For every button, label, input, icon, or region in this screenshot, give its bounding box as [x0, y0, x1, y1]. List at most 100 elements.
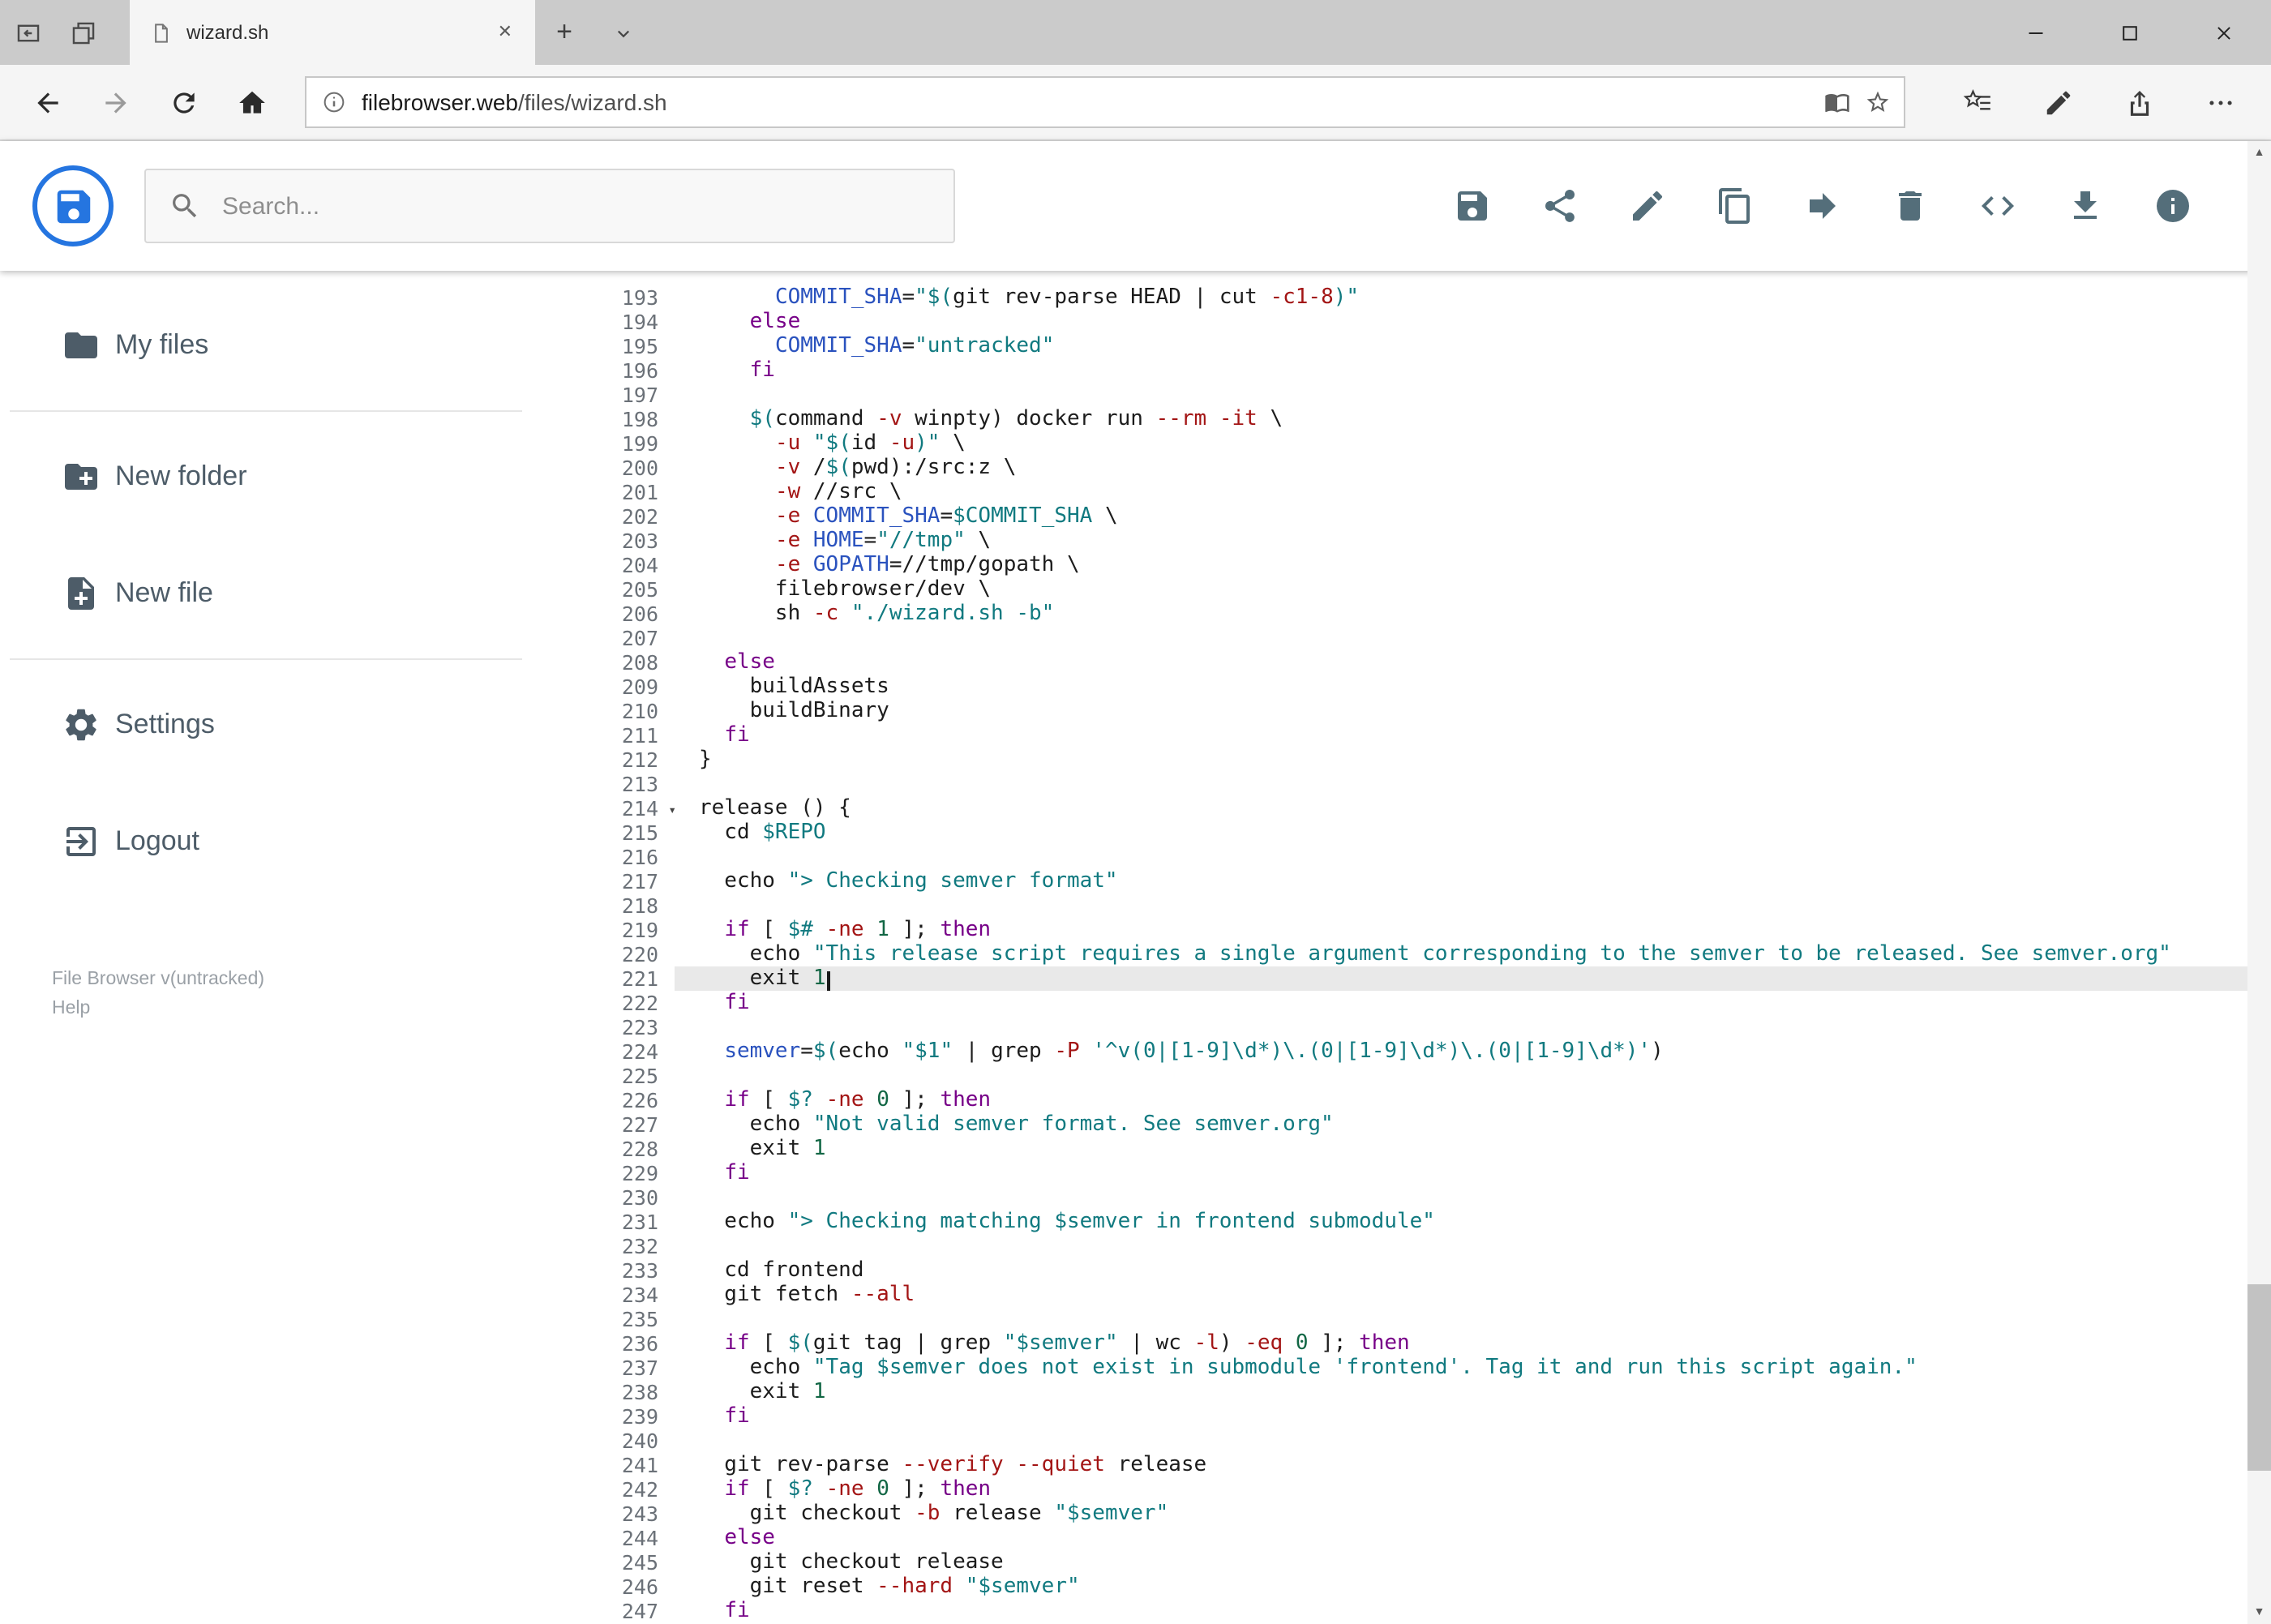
code-line[interactable]: git reset --hard "$semver"	[675, 1575, 2247, 1599]
url-text[interactable]: filebrowser.web/files/wizard.sh	[362, 89, 1809, 115]
code-line[interactable]: echo "This release script requires a sin…	[675, 942, 2247, 966]
page-scrollbar[interactable]: ▲ ▼	[2247, 141, 2271, 1624]
scroll-down-icon[interactable]: ▼	[2247, 1600, 2271, 1624]
code-line[interactable]: semver=$(echo "$1" | grep -P '^v(0|[1-9]…	[675, 1039, 2247, 1064]
rename-button[interactable]	[1627, 186, 1666, 225]
scroll-up-icon[interactable]: ▲	[2247, 141, 2271, 165]
code-line[interactable]: buildBinary	[675, 699, 2247, 723]
code-line[interactable]	[675, 1064, 2247, 1088]
browser-tab[interactable]: wizard.sh ✕	[130, 0, 535, 65]
code-line[interactable]: echo "Not valid semver format. See semve…	[675, 1112, 2247, 1137]
fold-arrow-icon[interactable]: ▾	[668, 798, 676, 822]
code-line[interactable]: echo "> Checking semver format"	[675, 869, 2247, 893]
forward-button[interactable]	[81, 70, 149, 135]
scrollbar-thumb[interactable]	[2247, 1283, 2271, 1471]
code-line[interactable]: exit 1	[675, 1380, 2247, 1404]
code-line[interactable]: -e HOME="//tmp" \	[675, 529, 2247, 553]
code-line[interactable]: fi	[675, 1599, 2247, 1623]
code-line[interactable]: }	[675, 748, 2247, 772]
code-line[interactable]: -v /$(pwd):/src:z \	[675, 456, 2247, 480]
code-line[interactable]	[675, 772, 2247, 796]
code-button[interactable]	[1977, 186, 2016, 225]
sidebar-item-settings[interactable]: Settings	[0, 666, 522, 783]
code-line[interactable]	[675, 1185, 2247, 1210]
favorite-star-icon[interactable]	[1864, 89, 1890, 115]
help-link[interactable]: Help	[52, 995, 522, 1025]
sidebar-item-my-files[interactable]: My files	[0, 287, 522, 404]
info-button[interactable]	[2153, 186, 2192, 225]
back-button[interactable]	[13, 70, 81, 135]
code-line[interactable]: if [ $? -ne 0 ]; then	[675, 1477, 2247, 1502]
code-line[interactable]	[675, 1307, 2247, 1331]
new-tab-button[interactable]: +	[535, 0, 593, 65]
code-line[interactable]: release () {	[675, 796, 2247, 821]
reading-view-icon[interactable]	[1823, 89, 1849, 115]
close-button[interactable]	[2177, 0, 2271, 65]
search-input[interactable]	[222, 192, 931, 220]
sidebar-item-new-file[interactable]: New file	[0, 535, 522, 652]
code-line[interactable]: COMMIT_SHA="$(git rev-parse HEAD | cut -…	[675, 285, 2247, 310]
home-button[interactable]	[217, 70, 285, 135]
code-line[interactable]: if [ $(git tag | grep "$semver" | wc -l)…	[675, 1331, 2247, 1356]
scrollbar-track[interactable]	[2247, 165, 2271, 1600]
code-line[interactable]: git fetch --all	[675, 1283, 2247, 1307]
code-line[interactable]: else	[675, 650, 2247, 675]
code-line[interactable]	[675, 383, 2247, 407]
minimize-button[interactable]	[1989, 0, 2083, 65]
code-line[interactable]	[675, 1234, 2247, 1258]
code-line[interactable]: $(command -v winpty) docker run --rm -it…	[675, 407, 2247, 431]
app-logo[interactable]	[32, 165, 114, 246]
code-line[interactable]: if [ $? -ne 0 ]; then	[675, 1088, 2247, 1112]
code-line[interactable]: git checkout release	[675, 1550, 2247, 1575]
code-line[interactable]: -w //src \	[675, 480, 2247, 504]
code-line[interactable]: echo "Tag $semver does not exist in subm…	[675, 1356, 2247, 1380]
code-line[interactable]: fi	[675, 358, 2247, 383]
code-line[interactable]: fi	[675, 723, 2247, 748]
move-button[interactable]	[1802, 186, 1841, 225]
code-line[interactable]: -e COMMIT_SHA=$COMMIT_SHA \	[675, 504, 2247, 529]
code-line[interactable]: buildAssets	[675, 675, 2247, 699]
site-info-icon[interactable]	[321, 89, 347, 115]
code-editor[interactable]: 193 194 195 196 197 198 199 200 201 202 203 204 205 2…	[522, 271, 2271, 1624]
code-line[interactable]: cd $REPO	[675, 821, 2247, 845]
save-button[interactable]	[1452, 186, 1491, 225]
code-line[interactable]: exit 1	[675, 1137, 2247, 1161]
code-line[interactable]	[675, 893, 2247, 918]
code-line[interactable]	[675, 1429, 2247, 1453]
code-line[interactable]: fi	[675, 1161, 2247, 1185]
web-note-button[interactable]	[2018, 70, 2099, 135]
download-button[interactable]	[2065, 186, 2104, 225]
code-line[interactable]: git checkout -b release "$semver"	[675, 1502, 2247, 1526]
editor-code[interactable]: COMMIT_SHA="$(git rev-parse HEAD | cut -…	[675, 285, 2247, 1624]
code-line[interactable]: fi	[675, 991, 2247, 1015]
share-page-button[interactable]	[2099, 70, 2180, 135]
sidebar-item-new-folder[interactable]: New folder	[0, 418, 522, 535]
address-bar[interactable]: filebrowser.web/files/wizard.sh	[305, 76, 1905, 128]
code-line[interactable]: -u "$(id -u)" \	[675, 431, 2247, 456]
copy-button[interactable]	[1715, 186, 1754, 225]
tabs-preview-button[interactable]	[55, 0, 110, 65]
code-line[interactable]: if [ $# -ne 1 ]; then	[675, 918, 2247, 942]
sidebar-item-logout[interactable]: Logout	[0, 783, 522, 900]
code-line[interactable]: cd frontend	[675, 1258, 2247, 1283]
code-line[interactable]: fi	[675, 1404, 2247, 1429]
search-box[interactable]	[144, 169, 955, 243]
refresh-button[interactable]	[149, 70, 217, 135]
code-line[interactable]: -e GOPATH=//tmp/gopath \	[675, 553, 2247, 577]
hub-button[interactable]	[1937, 70, 2018, 135]
code-line[interactable]: git rev-parse --verify --quiet release	[675, 1453, 2247, 1477]
set-tabs-aside-button[interactable]	[0, 0, 55, 65]
code-line[interactable]: exit 1	[675, 966, 2247, 991]
code-line[interactable]	[675, 845, 2247, 869]
code-line[interactable]: COMMIT_SHA="untracked"	[675, 334, 2247, 358]
tab-close-icon[interactable]: ✕	[491, 17, 519, 48]
maximize-button[interactable]	[2083, 0, 2177, 65]
more-button[interactable]	[2180, 70, 2261, 135]
code-line[interactable]: sh -c "./wizard.sh -b"	[675, 602, 2247, 626]
tab-list-button[interactable]	[593, 0, 652, 65]
code-line[interactable]	[675, 626, 2247, 650]
code-line[interactable]: echo "> Checking matching $semver in fro…	[675, 1210, 2247, 1234]
code-line[interactable]: filebrowser/dev \	[675, 577, 2247, 602]
code-line[interactable]: else	[675, 310, 2247, 334]
share-button[interactable]	[1540, 186, 1579, 225]
